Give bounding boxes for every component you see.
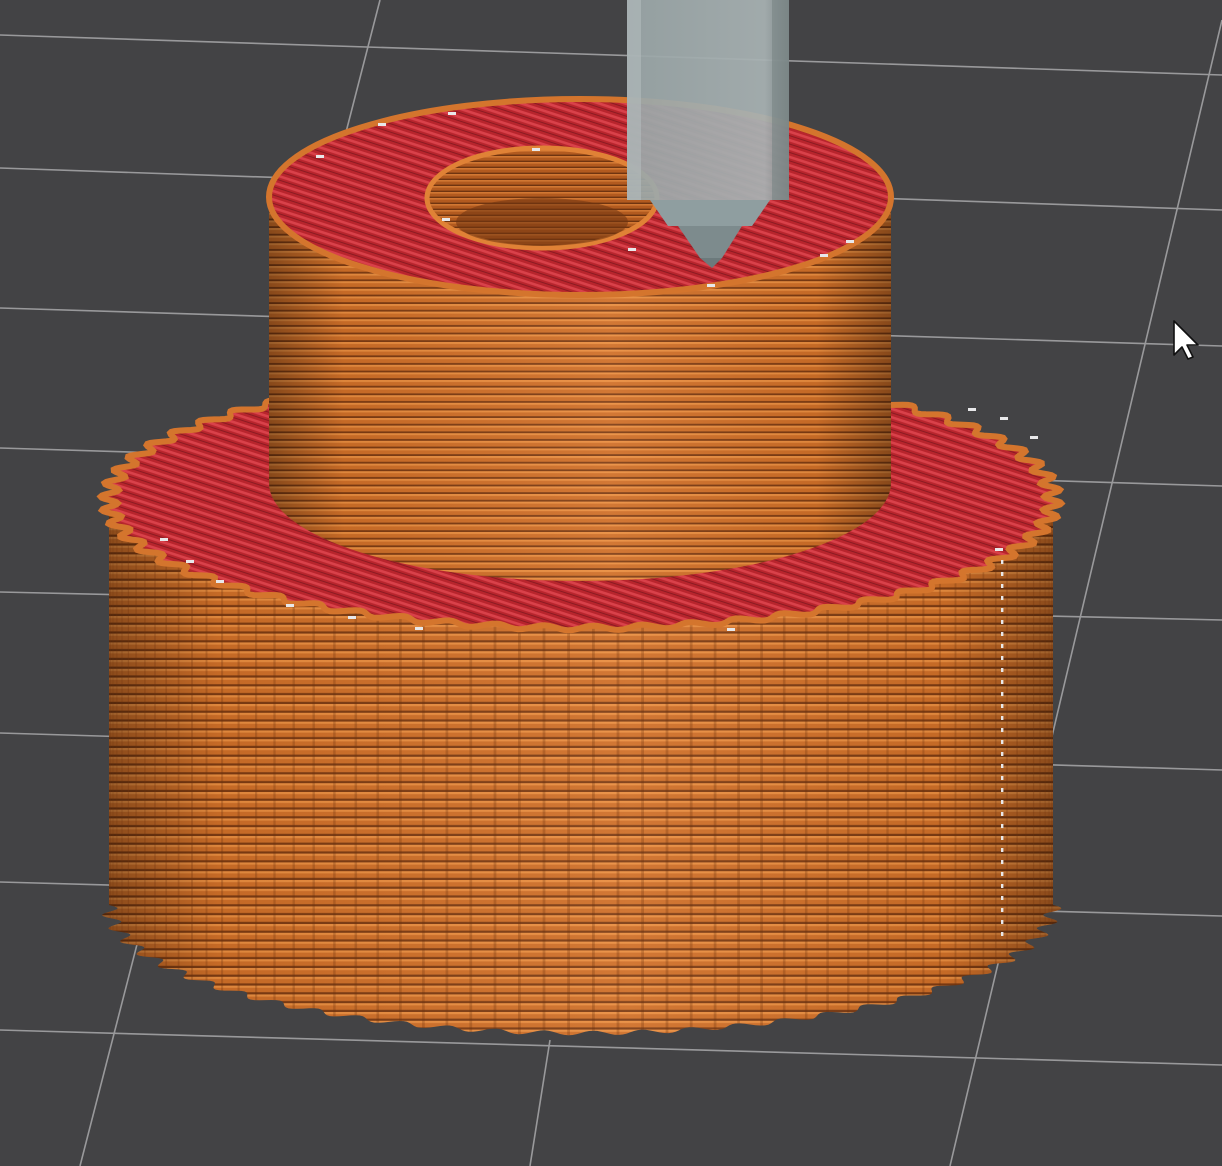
seam-marker xyxy=(415,627,423,630)
seam-marker xyxy=(1001,860,1004,864)
seam-marker xyxy=(1001,584,1004,588)
seam-marker xyxy=(1001,668,1004,672)
seam-marker xyxy=(1001,728,1004,732)
seam-marker xyxy=(1001,848,1004,852)
seam-marker xyxy=(628,248,636,251)
seam-marker xyxy=(968,408,976,411)
seam-marker xyxy=(707,284,715,287)
seam-marker xyxy=(1001,788,1004,792)
seam-marker xyxy=(995,548,1003,551)
seam-marker xyxy=(846,240,854,243)
3d-viewport[interactable] xyxy=(0,0,1222,1166)
center-hole-floor xyxy=(456,198,628,246)
seam-marker xyxy=(1001,692,1004,696)
seam-marker xyxy=(820,254,828,257)
seam-marker xyxy=(448,112,456,115)
seam-marker xyxy=(1001,656,1004,660)
seam-marker xyxy=(1001,752,1004,756)
seam-marker xyxy=(1001,716,1004,720)
seam-marker xyxy=(216,580,224,583)
seam-marker xyxy=(286,604,294,607)
seam-marker xyxy=(348,616,356,619)
seam-marker xyxy=(1001,884,1004,888)
seam-marker xyxy=(1001,596,1004,600)
upper-tier xyxy=(266,96,894,581)
seam-marker xyxy=(727,628,735,631)
seam-marker xyxy=(1030,436,1038,439)
seam-marker xyxy=(316,155,324,158)
seam-marker xyxy=(1000,417,1008,420)
seam-marker xyxy=(1001,560,1004,564)
seam-marker xyxy=(186,560,194,563)
seam-marker xyxy=(160,538,168,541)
seam-marker xyxy=(442,218,450,221)
seam-marker xyxy=(1001,572,1004,576)
seam-marker xyxy=(1001,644,1004,648)
seam-marker xyxy=(1001,812,1004,816)
seam-marker xyxy=(1001,764,1004,768)
seam-marker xyxy=(1001,836,1004,840)
seam-marker xyxy=(1001,908,1004,912)
mouse-cursor-icon xyxy=(1173,320,1199,360)
seam-marker xyxy=(1001,896,1004,900)
preview-canvas[interactable] xyxy=(0,0,1222,1166)
seam-marker xyxy=(1001,608,1004,612)
seam-marker xyxy=(1001,824,1004,828)
seam-marker xyxy=(1001,920,1004,924)
seam-marker xyxy=(1001,740,1004,744)
seam-marker xyxy=(532,148,540,151)
seam-marker xyxy=(1001,800,1004,804)
seam-marker xyxy=(1001,932,1004,936)
seam-marker xyxy=(378,123,386,126)
seam-marker xyxy=(1001,704,1004,708)
seam-marker xyxy=(1001,776,1004,780)
seam-marker xyxy=(1001,872,1004,876)
seam-marker xyxy=(1001,680,1004,684)
seam-marker xyxy=(1001,632,1004,636)
seam-marker xyxy=(1001,620,1004,624)
